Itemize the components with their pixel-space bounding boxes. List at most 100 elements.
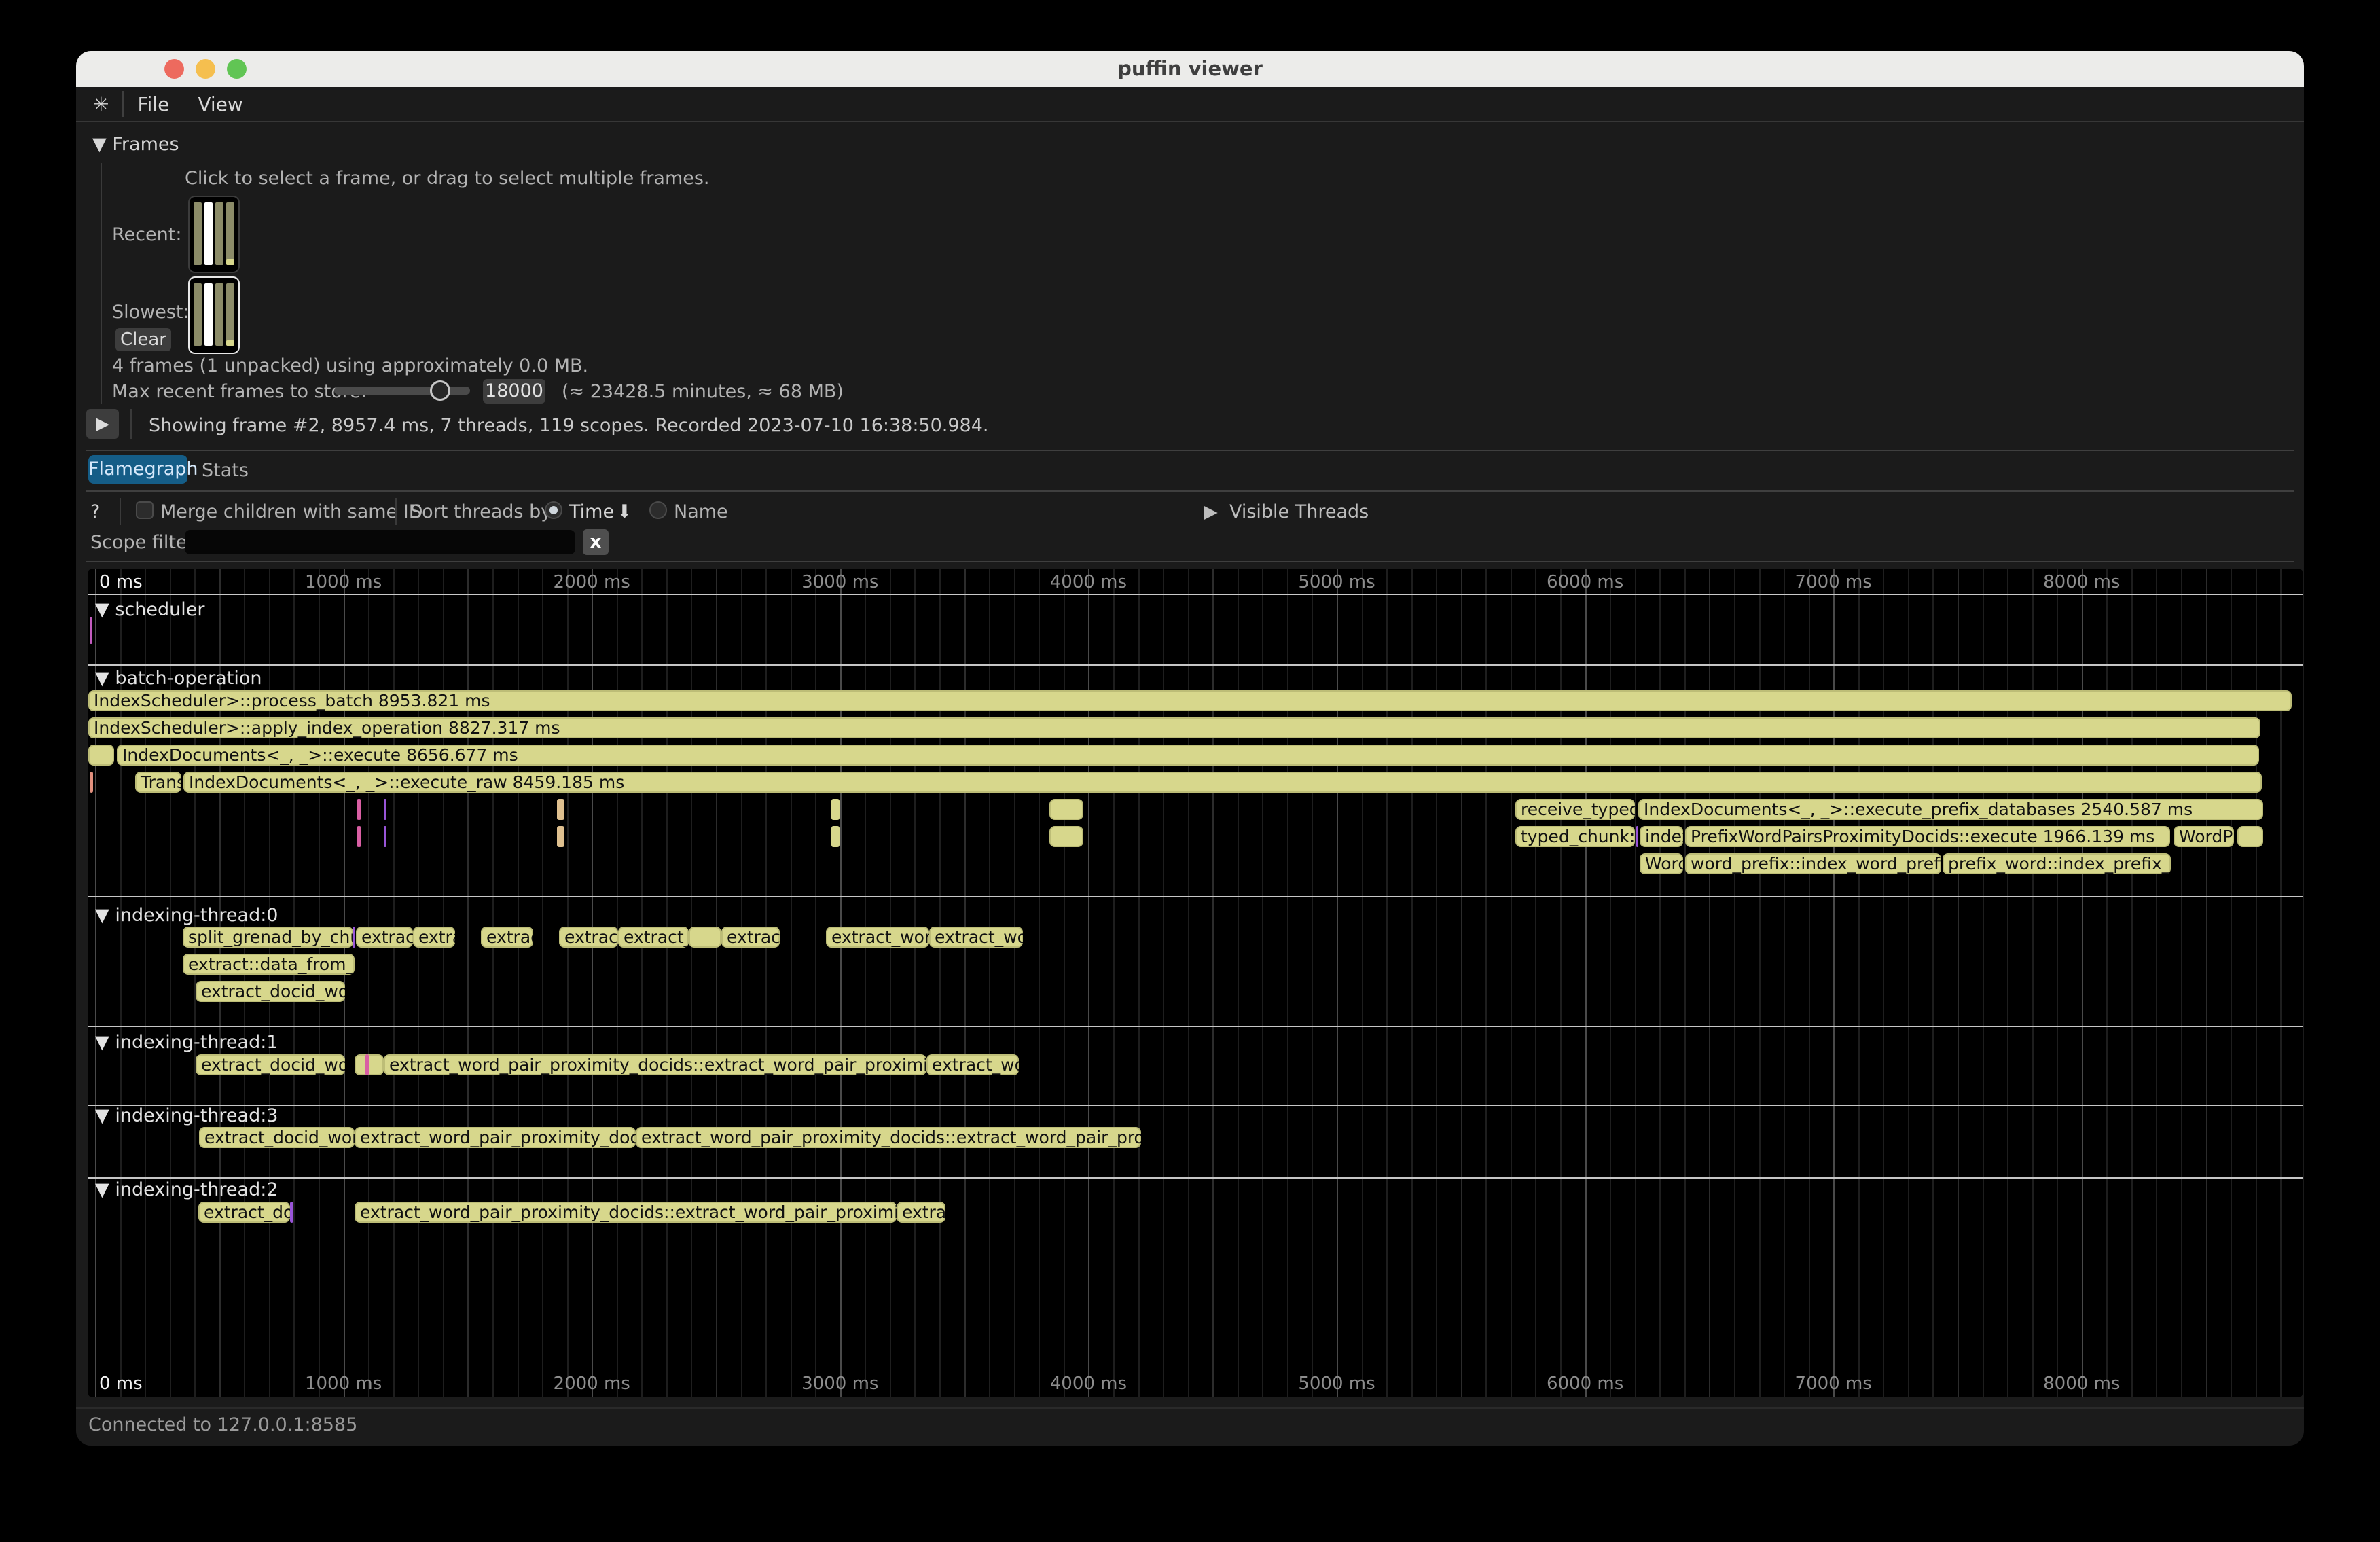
flamegraph-span[interactable] (1636, 826, 1638, 847)
flamegraph-span[interactable]: extract_ (618, 927, 689, 948)
flamegraph-span[interactable] (2237, 826, 2263, 847)
thread-header-indexing-thread:3[interactable]: ▼ indexing-thread:3 (95, 1105, 278, 1126)
flamegraph-span[interactable] (384, 826, 386, 847)
flamegraph-span[interactable]: extract_word_pair_proximity_docids::extr… (355, 1202, 897, 1223)
flamegraph-span[interactable] (384, 799, 386, 820)
flamegraph-span[interactable] (831, 799, 840, 820)
flamegraph-span[interactable]: extract_docid_word (196, 1054, 345, 1075)
flamegraph-canvas[interactable]: 0 ms0 ms1000 ms1000 ms2000 ms2000 ms3000… (88, 569, 2303, 1397)
flamegraph-span[interactable]: word_prefix::index_word_prefix_ (1685, 853, 1941, 874)
frame-thumbnail-bar[interactable] (226, 283, 234, 346)
axis-tick-label: 5000 ms (1298, 572, 1375, 592)
help-button[interactable]: ? (90, 501, 100, 522)
flamegraph-span[interactable] (365, 1054, 369, 1075)
frames-collapse-header[interactable]: ▼ Frames (92, 134, 179, 155)
thread-header-indexing-thread:0[interactable]: ▼ indexing-thread:0 (95, 905, 278, 926)
sort-time-radio[interactable] (545, 501, 562, 519)
thread-header-scheduler[interactable]: ▼ scheduler (95, 599, 204, 620)
flamegraph-span[interactable]: extract_docid_word (199, 1127, 355, 1148)
thread-header-batch-operation[interactable]: ▼ batch-operation (95, 668, 262, 689)
flamegraph-span[interactable] (689, 927, 721, 948)
flamegraph-span[interactable]: extract_wo (929, 927, 1023, 948)
flamegraph-span[interactable]: IndexScheduler>::apply_index_operation 8… (88, 717, 2260, 738)
flamegraph-span[interactable]: prefix_word::index_prefix_wo (1943, 853, 2171, 874)
flamegraph-span[interactable] (357, 799, 361, 820)
flamegraph-span[interactable] (90, 617, 92, 644)
play-button[interactable]: ▶ (86, 409, 119, 439)
section-separator (88, 1105, 2303, 1106)
flamegraph-span[interactable]: extra (413, 927, 455, 948)
menu-view[interactable]: View (198, 93, 242, 115)
flamegraph-span[interactable]: extract_word (826, 927, 929, 948)
flamegraph-span[interactable]: Word (1640, 853, 1683, 874)
slowest-frames-thumbnail[interactable] (188, 276, 240, 354)
frame-thumbnail-bar[interactable] (204, 283, 213, 346)
tab-flamegraph[interactable]: Flamegraph (88, 455, 187, 484)
flamegraph-span[interactable]: extract_doc (198, 1202, 290, 1223)
flamegraph-span[interactable]: extract_word_pair_proximity_docids::extr… (636, 1127, 1141, 1148)
sort-direction-icon[interactable]: ⬇ (617, 501, 632, 522)
flamegraph-span[interactable]: extract_word_pair_proximity_docids (355, 1127, 636, 1148)
flamegraph-span[interactable]: extract_docid_wor (196, 981, 345, 1002)
flamegraph-span[interactable]: extract (721, 927, 780, 948)
flamegraph-span[interactable]: extract_word_pair_proximity_docids::extr… (384, 1054, 926, 1075)
flamegraph-span[interactable]: split_grenad_by_chun (183, 927, 353, 948)
flamegraph-span[interactable]: IndexDocuments<_, _>::execute_raw 8459.1… (183, 772, 2262, 793)
titlebar: puffin viewer (76, 51, 2304, 87)
frame-thumbnail-bar[interactable] (215, 202, 223, 265)
flamegraph-span[interactable]: extract::data_from_ob (183, 954, 355, 975)
frame-thumbnail-bar[interactable] (204, 202, 213, 265)
flamegraph-span[interactable]: index (1640, 826, 1683, 847)
scope-filter-input[interactable] (185, 530, 575, 554)
theme-toggle-icon[interactable]: ✳ (93, 93, 109, 115)
merge-children-label[interactable]: Merge children with same ID (160, 501, 423, 522)
thread-header-indexing-thread:2[interactable]: ▼ indexing-thread:2 (95, 1179, 278, 1200)
flamegraph-span[interactable] (1049, 826, 1083, 847)
flamegraph-span[interactable]: extract (356, 927, 413, 948)
flamegraph-span[interactable] (355, 1054, 384, 1075)
flamegraph-span[interactable]: extrac (481, 927, 533, 948)
frame-thumbnail-bar[interactable] (194, 202, 202, 265)
flamegraph-span[interactable]: extrac (897, 1202, 945, 1223)
frame-thumbnail-bar[interactable] (194, 283, 202, 346)
flamegraph-span[interactable] (557, 826, 564, 847)
flamegraph-span[interactable] (290, 1202, 293, 1223)
axis-tick-label: 8000 ms (2043, 572, 2120, 592)
flamegraph-span[interactable]: IndexDocuments<_, _>::execute_prefix_dat… (1638, 799, 2263, 820)
max-frames-slider-knob[interactable] (430, 380, 450, 401)
tab-stats[interactable]: Stats (202, 460, 249, 481)
flamegraph-span[interactable] (88, 745, 114, 766)
sort-name-label[interactable]: Name (674, 501, 728, 522)
flamegraph-span[interactable]: extract_wo (926, 1054, 1019, 1075)
flamegraph-span[interactable]: extract_ (559, 927, 618, 948)
tabs-divider (86, 490, 2294, 492)
frame-thumbnail-bar[interactable] (215, 283, 223, 346)
scope-filter-clear-button[interactable]: x (583, 529, 609, 555)
thread-header-indexing-thread:1[interactable]: ▼ indexing-thread:1 (95, 1032, 278, 1053)
section-divider (86, 450, 2294, 451)
flamegraph-span[interactable]: typed_chunk::w (1515, 826, 1635, 847)
sort-name-radio[interactable] (649, 501, 667, 519)
merge-children-checkbox[interactable] (136, 501, 154, 519)
flamegraph-span[interactable] (557, 799, 564, 820)
flamegraph-span[interactable]: receive_typed_ (1515, 799, 1635, 820)
flamegraph-span[interactable]: Trans (135, 772, 181, 793)
clear-button[interactable]: Clear (115, 328, 171, 351)
recent-frames-thumbnail[interactable] (188, 196, 240, 273)
flamegraph-span[interactable] (353, 927, 355, 948)
flamegraph-span[interactable] (357, 826, 361, 847)
max-frames-value[interactable]: 18000 (483, 379, 545, 404)
visible-threads-collapse[interactable]: ▶ Visible Threads (1204, 501, 1369, 522)
flamegraph-span[interactable] (831, 826, 840, 847)
flamegraph-span[interactable]: IndexScheduler>::process_batch 8953.821 … (88, 690, 2292, 711)
flamegraph-span[interactable] (90, 772, 93, 793)
frame-thumbnail-bar[interactable] (226, 202, 234, 265)
sort-time-label[interactable]: Time (569, 501, 614, 522)
flamegraph-span[interactable] (1049, 799, 1083, 820)
flamegraph-span[interactable]: WordPr (2174, 826, 2234, 847)
section-separator (88, 1026, 2303, 1027)
axis-tick-label: 7000 ms (1795, 1374, 1872, 1394)
menu-file[interactable]: File (137, 93, 169, 115)
flamegraph-span[interactable]: IndexDocuments<_, _>::execute 8656.677 m… (117, 745, 2259, 766)
flamegraph-span[interactable]: PrefixWordPairsProximityDocids::execute … (1685, 826, 2170, 847)
